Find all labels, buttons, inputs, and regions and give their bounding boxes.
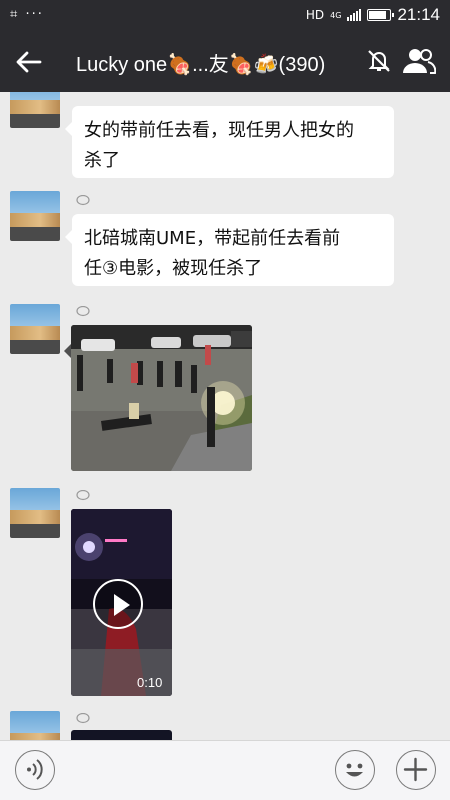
sender-avatar[interactable] <box>10 304 60 354</box>
emoji-icon <box>346 763 363 777</box>
speech-dot-icon <box>76 195 90 206</box>
message-text-line: 北碚城南UME，带起前任去看前 <box>84 228 341 249</box>
message-bubble[interactable]: 女的带前任去看，现任男人把女的 杀了 <box>65 106 394 178</box>
plus-icon <box>403 757 428 782</box>
hd-indicator: HD <box>305 8 325 22</box>
message-list[interactable]: 女的带前任去看，现任男人把女的 杀了 北碚城南UME，带起前任去看前 任③电影，… <box>0 92 450 740</box>
message-text-line: 任③电影，被现任杀了 <box>84 258 263 279</box>
network-type: 4G <box>330 10 342 20</box>
sender-avatar[interactable] <box>10 711 60 740</box>
chat-header: Lucky one🍖...友🍖🍻(390) <box>0 30 450 92</box>
input-bar <box>0 740 450 800</box>
speech-dot-icon <box>76 713 90 724</box>
mute-icon[interactable] <box>366 48 392 74</box>
status-bar: ⌗ ··· HD 4G 21:14 <box>0 0 450 30</box>
signal-icon <box>347 9 362 21</box>
message-text-line: 女的带前任去看，现任男人把女的 <box>84 120 354 141</box>
status-indicators: HD 4G 21:14 <box>306 5 440 25</box>
chat-title: Lucky one🍖...友🍖🍻(390) <box>76 54 326 76</box>
speech-dot-icon <box>76 306 90 317</box>
shared-video[interactable] <box>71 730 172 740</box>
photo-pointer <box>64 344 71 358</box>
back-arrow-icon[interactable] <box>14 47 44 77</box>
sender-avatar[interactable] <box>10 92 60 128</box>
message-bubble[interactable]: 北碚城南UME，带起前任去看前 任③电影，被现任杀了 <box>65 214 394 286</box>
clock: 21:14 <box>397 5 440 24</box>
street-scene-image <box>71 325 252 471</box>
voice-input-button[interactable] <box>15 750 55 790</box>
voice-icon <box>27 759 43 780</box>
sender-avatar[interactable] <box>10 488 60 538</box>
emoji-button[interactable] <box>335 750 375 790</box>
more-options-button[interactable] <box>396 750 436 790</box>
members-icon[interactable] <box>402 46 436 76</box>
shared-video[interactable]: 0:10 <box>71 509 172 696</box>
play-icon[interactable] <box>93 579 143 629</box>
message-text-line: 杀了 <box>84 150 120 171</box>
notification-icons: ⌗ ··· <box>10 7 44 22</box>
video-duration: 0:10 <box>137 675 163 690</box>
battery-icon <box>367 9 395 21</box>
shared-photo[interactable] <box>71 325 252 471</box>
sender-avatar[interactable] <box>10 191 60 241</box>
speech-dot-icon <box>76 490 90 501</box>
